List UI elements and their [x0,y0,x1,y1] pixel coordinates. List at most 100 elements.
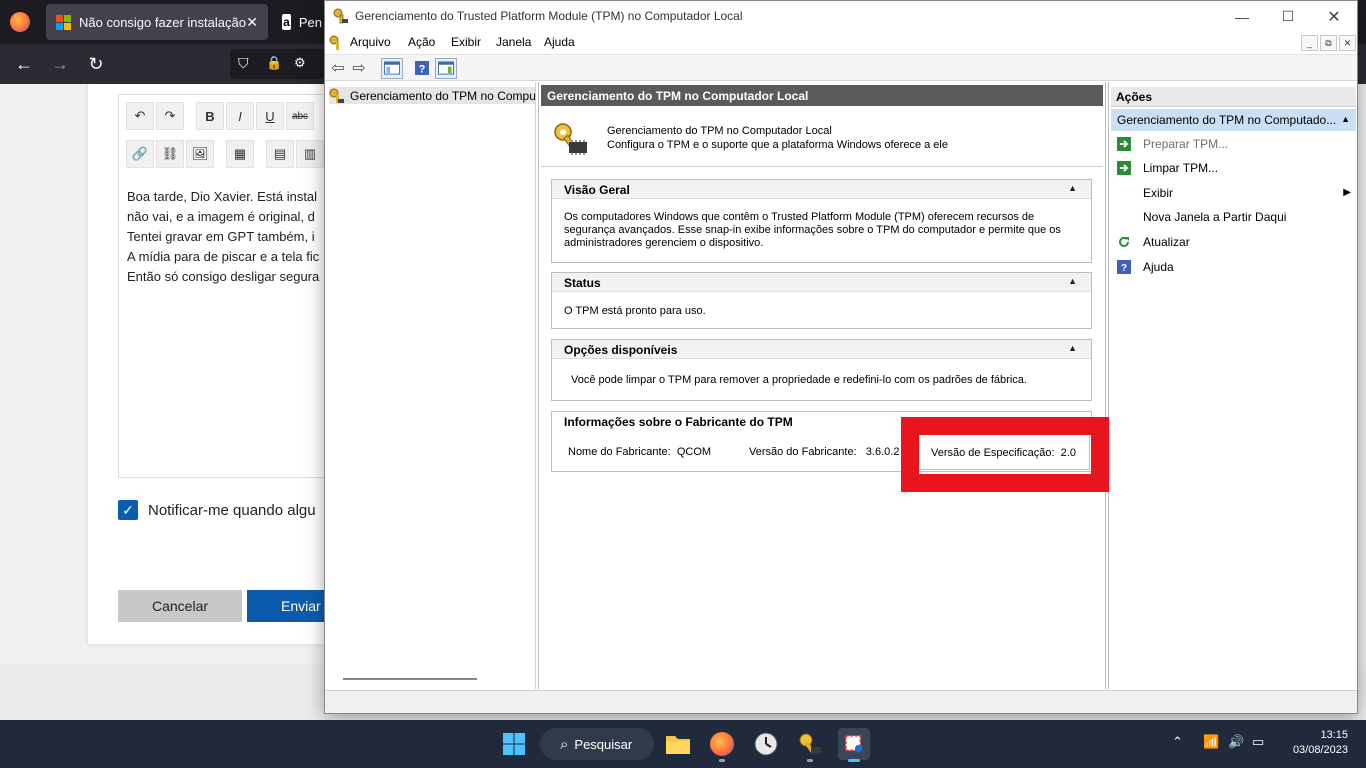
options-section: Opções disponíveis ▲ Você pode limpar o … [551,339,1092,401]
taskbar-clock[interactable]: 13:15 03/08/2023 [1293,728,1348,758]
close-tab-icon[interactable]: ✕ [246,14,258,31]
strikethrough-button[interactable]: abc [286,102,314,130]
close-button[interactable]: ✕ [1311,1,1357,32]
collapse-caret-icon[interactable]: ▲ [1068,276,1077,286]
manufacturer-version-label: Versão do Fabricante: [749,446,857,458]
action-exibir[interactable]: Exibir ▶ [1117,183,1353,203]
horizontal-scrollbar[interactable] [343,678,477,680]
collapse-caret-icon[interactable]: ▲ [1068,183,1077,193]
unlink-button[interactable]: ⛓ [156,140,184,168]
action-limpar-tpm[interactable]: Limpar TPM... [1117,158,1353,178]
tpm-key-icon [329,88,344,103]
file-explorer-button[interactable] [662,728,694,760]
reply-line: A mídia para de piscar e a tela fic [127,249,320,264]
action-label: Limpar TPM... [1143,161,1219,175]
menu-ajuda[interactable]: Ajuda [544,35,575,49]
green-arrow-icon [1117,161,1131,175]
maximize-button[interactable]: ☐ [1265,1,1311,32]
taskbar-search[interactable]: ⌕ Pesquisar [540,728,654,760]
menu-acao[interactable]: Ação [408,35,435,49]
italic-button[interactable]: I [226,102,254,130]
notify-label: Notificar-me quando algu [148,501,316,519]
volume-icon[interactable]: 🔊 [1228,734,1244,750]
minimize-button[interactable]: — [1219,1,1265,32]
table-col-button[interactable]: ▥ [296,140,324,168]
mmc-app-icon[interactable] [329,35,345,51]
table-row-button[interactable]: ▤ [266,140,294,168]
child-minimize-button[interactable]: _ [1301,35,1318,51]
show-hide-action-pane-button[interactable] [435,58,457,79]
highlight-annotation [901,417,1109,492]
microsoft-logo-icon [56,14,71,30]
running-indicator [807,759,813,762]
help-icon[interactable]: ? [413,59,431,77]
forward-icon[interactable]: → [48,52,72,76]
intro-title: Gerenciamento do TPM no Computador Local [607,125,832,137]
undo-button[interactable]: ↶ [126,102,154,130]
browser-tab-forum[interactable]: Não consigo fazer instalação lir ✕ [46,4,268,40]
clock-app-button[interactable] [750,728,782,760]
snipping-tool-button[interactable] [838,728,870,760]
help-icon: ? [1117,260,1131,274]
running-indicator [719,759,725,762]
tpm-taskbar-button[interactable] [794,728,826,760]
notify-checkbox[interactable]: ✓ [118,500,138,520]
cancel-button[interactable]: Cancelar [118,590,242,622]
browser-tab-amazon[interactable]: a Pen [272,4,332,40]
action-label: Nova Janela a Partir Daqui [1143,210,1287,224]
title-bar[interactable]: Gerenciamento do Trusted Platform Module… [325,1,1357,32]
search-label: Pesquisar [574,736,633,752]
manufacturer-version-value: 3.6.0.2 [865,446,900,458]
section-title: Opções disponíveis [564,343,678,357]
show-hide-tree-button[interactable] [381,58,403,79]
action-nova-janela[interactable]: Nova Janela a Partir Daqui [1117,207,1353,227]
status-header[interactable]: Status ▲ [552,273,1091,292]
reply-text: Boa tarde, Dio Xavier. Está instal não v… [127,187,332,287]
window-title: Gerenciamento do Trusted Platform Module… [355,9,743,23]
battery-icon[interactable]: ▭ [1252,734,1264,750]
child-close-button[interactable]: ✕ [1339,35,1356,51]
collapse-caret-icon[interactable]: ▲ [1341,114,1350,124]
table-button[interactable]: ▦ [226,140,254,168]
menu-janela[interactable]: Janela [496,35,531,49]
notify-option[interactable]: ✓ Notificar-me quando algu [118,500,316,520]
tpm-key-icon [799,733,821,755]
options-header[interactable]: Opções disponíveis ▲ [552,340,1091,359]
results-pane: Gerenciamento do TPM no Computador Local… [538,82,1106,689]
manufacturer-name-value: QCOM [676,446,712,458]
wifi-icon[interactable]: 📶 [1203,734,1219,750]
back-arrow-icon[interactable]: ⇦ [329,59,347,77]
urlbar[interactable]: ⛉ 🔒 ⚙ [230,49,330,79]
actions-group-header[interactable]: Gerenciamento do TPM no Computado... ▲ [1111,109,1356,131]
taskbar: ⌕ Pesquisar ⌃ 📶 🔊 ▭ 13:15 03/08/2023 [0,720,1366,768]
results-header: Gerenciamento do TPM no Computador Local [541,85,1103,106]
menu-exibir[interactable]: Exibir [451,35,481,49]
overview-header[interactable]: Visão Geral ▲ [552,180,1091,199]
redo-button[interactable]: ↷ [156,102,184,130]
intro-panel: Gerenciamento do TPM no Computador Local… [541,108,1103,167]
show-hidden-icons-icon[interactable]: ⌃ [1172,734,1183,750]
action-ajuda[interactable]: ? Ajuda [1117,257,1353,277]
start-button[interactable] [498,728,530,760]
lock-icon: 🔒 [266,55,283,70]
clock-date: 03/08/2023 [1292,744,1348,756]
clock-time: 13:15 [1320,729,1348,741]
tree-item-tpm[interactable]: Gerenciamento do TPM no Computador Local [329,87,535,104]
link-button[interactable]: 🔗 [126,140,154,168]
action-preparar-tpm[interactable]: Preparar TPM... [1117,134,1353,154]
forward-arrow-icon[interactable]: ⇨ [350,59,368,77]
collapse-caret-icon[interactable]: ▲ [1068,343,1077,353]
clock-icon [754,732,778,756]
back-icon[interactable]: ← [12,52,36,76]
shield-icon: ⛉ [238,55,249,71]
bold-button[interactable]: B [196,102,224,130]
firefox-menu-icon[interactable] [10,12,30,32]
underline-button[interactable]: U [256,102,284,130]
menu-arquivo[interactable]: Arquivo [350,35,391,49]
action-label: Atualizar [1143,235,1190,249]
child-restore-button[interactable]: ⧉ [1320,35,1337,51]
image-button[interactable]: 🖼 [186,140,214,168]
firefox-taskbar-button[interactable] [706,728,738,760]
action-atualizar[interactable]: Atualizar [1117,232,1353,252]
reload-icon[interactable]: ↻ [84,52,108,76]
